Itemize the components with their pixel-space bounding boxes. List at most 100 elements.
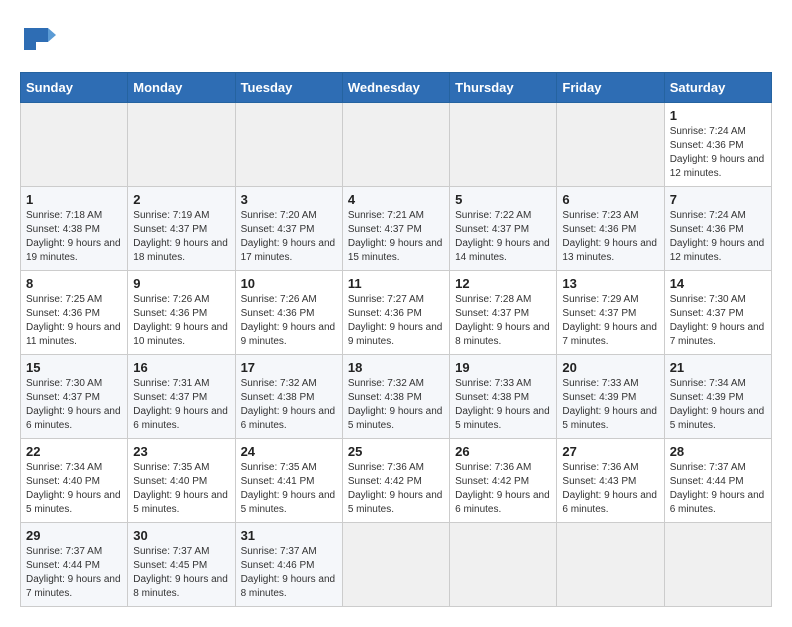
calendar-week-5: 29 Sunrise: 7:37 AMSunset: 4:44 PMDaylig… xyxy=(21,523,772,607)
cell-info: Sunrise: 7:28 AMSunset: 4:37 PMDaylight:… xyxy=(455,294,550,347)
calendar-cell: 21 Sunrise: 7:34 AMSunset: 4:39 PMDaylig… xyxy=(664,355,771,439)
day-number: 29 xyxy=(26,528,122,543)
day-number: 17 xyxy=(241,360,337,375)
cell-info: Sunrise: 7:37 AMSunset: 4:44 PMDaylight:… xyxy=(670,462,765,515)
cell-info: Sunrise: 7:25 AMSunset: 4:36 PMDaylight:… xyxy=(26,294,121,347)
cell-info: Sunrise: 7:24 AMSunset: 4:36 PMDaylight:… xyxy=(670,210,765,263)
calendar-cell: 3 Sunrise: 7:20 AMSunset: 4:37 PMDayligh… xyxy=(235,187,342,271)
day-number: 7 xyxy=(670,192,766,207)
calendar-cell: 15 Sunrise: 7:30 AMSunset: 4:37 PMDaylig… xyxy=(21,355,128,439)
cell-info: Sunrise: 7:26 AMSunset: 4:36 PMDaylight:… xyxy=(241,294,336,347)
day-header-tuesday: Tuesday xyxy=(235,73,342,103)
calendar-cell xyxy=(557,103,664,187)
day-number: 5 xyxy=(455,192,551,207)
cell-info: Sunrise: 7:37 AMSunset: 4:46 PMDaylight:… xyxy=(241,546,336,599)
day-number: 10 xyxy=(241,276,337,291)
cell-info: Sunrise: 7:29 AMSunset: 4:37 PMDaylight:… xyxy=(562,294,657,347)
day-number: 23 xyxy=(133,444,229,459)
logo-icon xyxy=(20,20,56,56)
day-number: 25 xyxy=(348,444,444,459)
calendar-cell: 19 Sunrise: 7:33 AMSunset: 4:38 PMDaylig… xyxy=(450,355,557,439)
day-number: 16 xyxy=(133,360,229,375)
calendar-cell: 1 Sunrise: 7:24 AMSunset: 4:36 PMDayligh… xyxy=(664,103,771,187)
day-header-friday: Friday xyxy=(557,73,664,103)
calendar-week-1: 1 Sunrise: 7:18 AMSunset: 4:38 PMDayligh… xyxy=(21,187,772,271)
logo xyxy=(20,20,60,56)
day-header-wednesday: Wednesday xyxy=(342,73,449,103)
calendar-cell xyxy=(21,103,128,187)
cell-info: Sunrise: 7:22 AMSunset: 4:37 PMDaylight:… xyxy=(455,210,550,263)
day-number: 31 xyxy=(241,528,337,543)
calendar-cell: 16 Sunrise: 7:31 AMSunset: 4:37 PMDaylig… xyxy=(128,355,235,439)
cell-info: Sunrise: 7:30 AMSunset: 4:37 PMDaylight:… xyxy=(26,378,121,431)
day-number: 8 xyxy=(26,276,122,291)
calendar-cell xyxy=(450,523,557,607)
calendar-cell: 14 Sunrise: 7:30 AMSunset: 4:37 PMDaylig… xyxy=(664,271,771,355)
cell-info: Sunrise: 7:33 AMSunset: 4:39 PMDaylight:… xyxy=(562,378,657,431)
cell-info: Sunrise: 7:37 AMSunset: 4:45 PMDaylight:… xyxy=(133,546,228,599)
calendar-cell: 27 Sunrise: 7:36 AMSunset: 4:43 PMDaylig… xyxy=(557,439,664,523)
calendar-cell: 30 Sunrise: 7:37 AMSunset: 4:45 PMDaylig… xyxy=(128,523,235,607)
cell-info: Sunrise: 7:19 AMSunset: 4:37 PMDaylight:… xyxy=(133,210,228,263)
day-number: 19 xyxy=(455,360,551,375)
cell-info: Sunrise: 7:21 AMSunset: 4:37 PMDaylight:… xyxy=(348,210,443,263)
calendar-cell: 11 Sunrise: 7:27 AMSunset: 4:36 PMDaylig… xyxy=(342,271,449,355)
cell-info: Sunrise: 7:34 AMSunset: 4:40 PMDaylight:… xyxy=(26,462,121,515)
day-header-monday: Monday xyxy=(128,73,235,103)
day-number: 14 xyxy=(670,276,766,291)
calendar-cell xyxy=(342,523,449,607)
calendar-cell: 17 Sunrise: 7:32 AMSunset: 4:38 PMDaylig… xyxy=(235,355,342,439)
cell-info: Sunrise: 7:26 AMSunset: 4:36 PMDaylight:… xyxy=(133,294,228,347)
calendar-cell: 8 Sunrise: 7:25 AMSunset: 4:36 PMDayligh… xyxy=(21,271,128,355)
day-number: 24 xyxy=(241,444,337,459)
calendar-cell: 31 Sunrise: 7:37 AMSunset: 4:46 PMDaylig… xyxy=(235,523,342,607)
day-number: 15 xyxy=(26,360,122,375)
calendar-cell xyxy=(235,103,342,187)
calendar-cell: 29 Sunrise: 7:37 AMSunset: 4:44 PMDaylig… xyxy=(21,523,128,607)
calendar-cell: 18 Sunrise: 7:32 AMSunset: 4:38 PMDaylig… xyxy=(342,355,449,439)
calendar-cell: 28 Sunrise: 7:37 AMSunset: 4:44 PMDaylig… xyxy=(664,439,771,523)
day-number: 13 xyxy=(562,276,658,291)
calendar-cell xyxy=(128,103,235,187)
cell-info: Sunrise: 7:23 AMSunset: 4:36 PMDaylight:… xyxy=(562,210,657,263)
day-number: 30 xyxy=(133,528,229,543)
calendar-cell: 10 Sunrise: 7:26 AMSunset: 4:36 PMDaylig… xyxy=(235,271,342,355)
calendar-cell: 7 Sunrise: 7:24 AMSunset: 4:36 PMDayligh… xyxy=(664,187,771,271)
calendar-cell: 2 Sunrise: 7:19 AMSunset: 4:37 PMDayligh… xyxy=(128,187,235,271)
calendar-cell xyxy=(557,523,664,607)
day-header-thursday: Thursday xyxy=(450,73,557,103)
day-number: 3 xyxy=(241,192,337,207)
cell-info: Sunrise: 7:35 AMSunset: 4:40 PMDaylight:… xyxy=(133,462,228,515)
calendar-cell: 9 Sunrise: 7:26 AMSunset: 4:36 PMDayligh… xyxy=(128,271,235,355)
calendar-cell: 13 Sunrise: 7:29 AMSunset: 4:37 PMDaylig… xyxy=(557,271,664,355)
day-number: 27 xyxy=(562,444,658,459)
cell-info: Sunrise: 7:36 AMSunset: 4:42 PMDaylight:… xyxy=(455,462,550,515)
day-number: 6 xyxy=(562,192,658,207)
day-number: 2 xyxy=(133,192,229,207)
cell-info: Sunrise: 7:36 AMSunset: 4:43 PMDaylight:… xyxy=(562,462,657,515)
calendar-week-4: 22 Sunrise: 7:34 AMSunset: 4:40 PMDaylig… xyxy=(21,439,772,523)
page-header xyxy=(20,20,772,56)
calendar-week-0: 1 Sunrise: 7:24 AMSunset: 4:36 PMDayligh… xyxy=(21,103,772,187)
day-number: 11 xyxy=(348,276,444,291)
calendar-cell: 6 Sunrise: 7:23 AMSunset: 4:36 PMDayligh… xyxy=(557,187,664,271)
calendar-week-3: 15 Sunrise: 7:30 AMSunset: 4:37 PMDaylig… xyxy=(21,355,772,439)
cell-info: Sunrise: 7:33 AMSunset: 4:38 PMDaylight:… xyxy=(455,378,550,431)
calendar-cell: 23 Sunrise: 7:35 AMSunset: 4:40 PMDaylig… xyxy=(128,439,235,523)
day-number: 9 xyxy=(133,276,229,291)
day-number: 21 xyxy=(670,360,766,375)
cell-info: Sunrise: 7:30 AMSunset: 4:37 PMDaylight:… xyxy=(670,294,765,347)
calendar-cell: 26 Sunrise: 7:36 AMSunset: 4:42 PMDaylig… xyxy=(450,439,557,523)
calendar-week-2: 8 Sunrise: 7:25 AMSunset: 4:36 PMDayligh… xyxy=(21,271,772,355)
cell-info: Sunrise: 7:31 AMSunset: 4:37 PMDaylight:… xyxy=(133,378,228,431)
cell-info: Sunrise: 7:18 AMSunset: 4:38 PMDaylight:… xyxy=(26,210,121,263)
calendar-cell: 5 Sunrise: 7:22 AMSunset: 4:37 PMDayligh… xyxy=(450,187,557,271)
day-number: 22 xyxy=(26,444,122,459)
cell-info: Sunrise: 7:32 AMSunset: 4:38 PMDaylight:… xyxy=(241,378,336,431)
day-number: 26 xyxy=(455,444,551,459)
calendar-table: SundayMondayTuesdayWednesdayThursdayFrid… xyxy=(20,72,772,607)
calendar-cell: 12 Sunrise: 7:28 AMSunset: 4:37 PMDaylig… xyxy=(450,271,557,355)
day-number: 18 xyxy=(348,360,444,375)
cell-info: Sunrise: 7:36 AMSunset: 4:42 PMDaylight:… xyxy=(348,462,443,515)
calendar-cell xyxy=(664,523,771,607)
